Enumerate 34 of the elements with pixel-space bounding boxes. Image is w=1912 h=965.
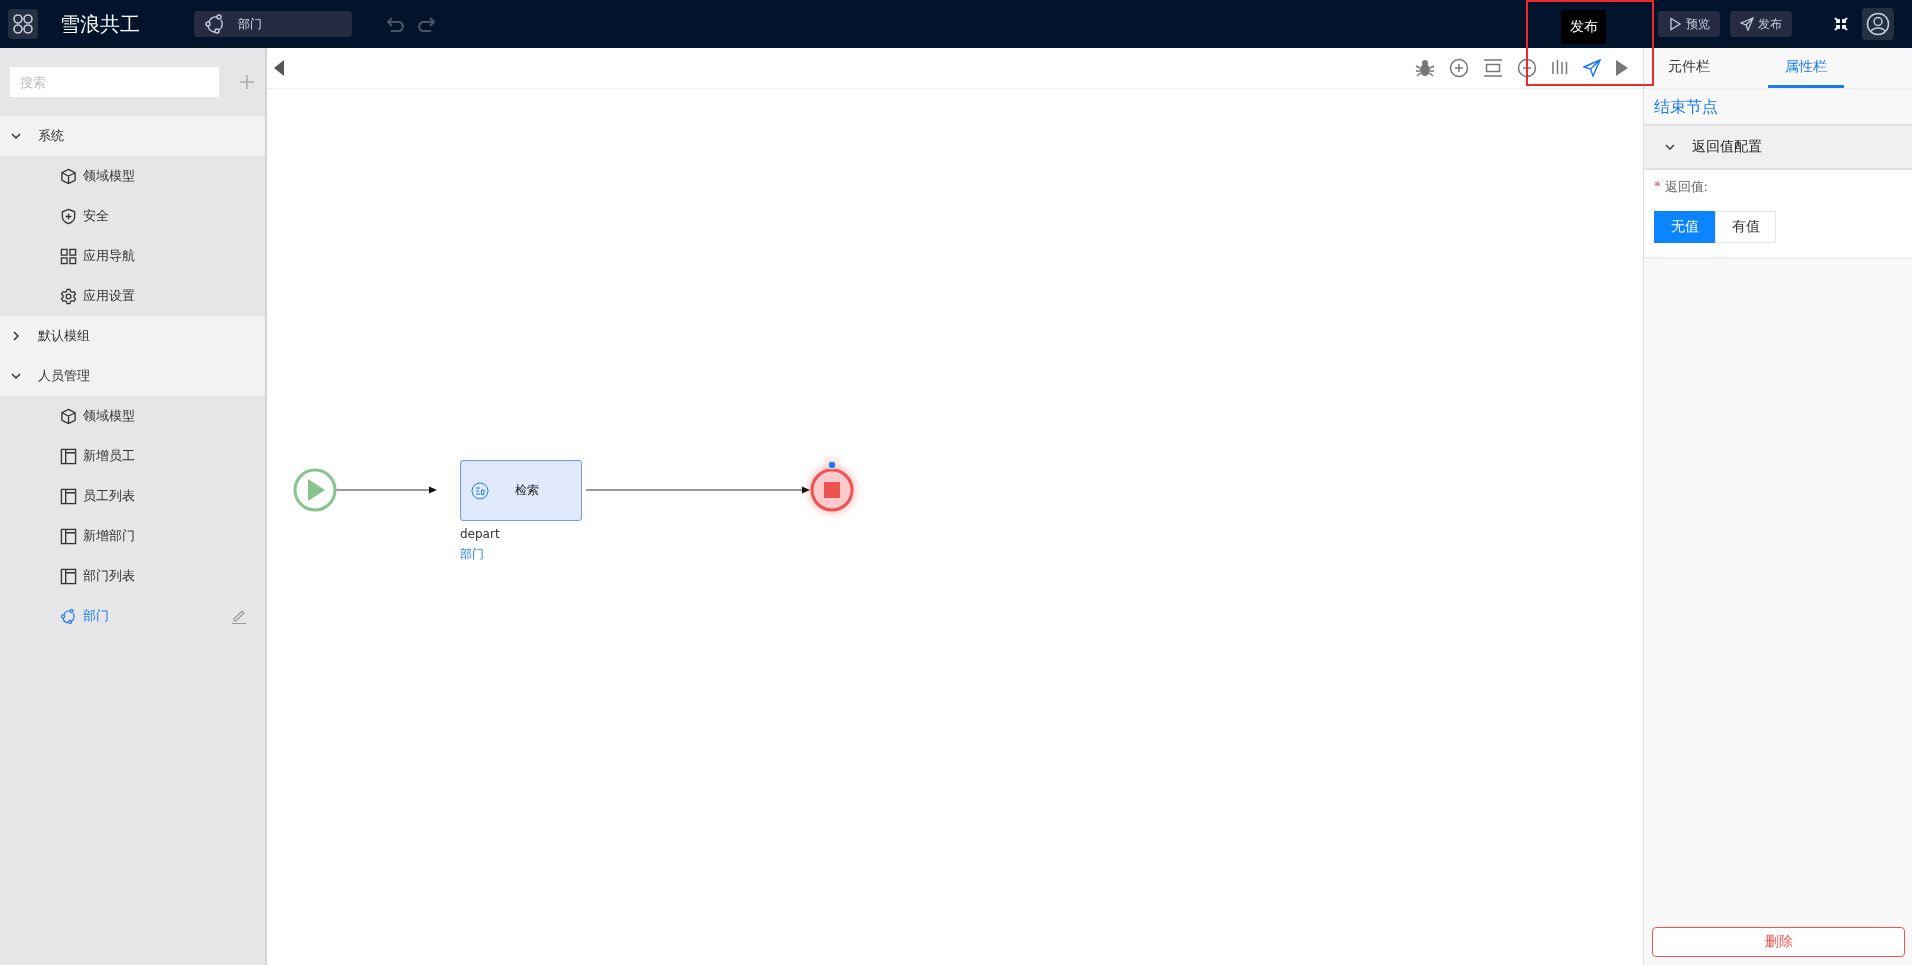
tree-group-label: 系统 <box>38 127 64 145</box>
tree-group-label: 人员管理 <box>38 367 90 385</box>
node-entity-link[interactable]: 部门 <box>460 546 484 563</box>
panel-tab[interactable]: 元件栏 <box>1658 48 1720 88</box>
tree-item[interactable]: 应用设置 <box>0 276 265 316</box>
tooltip: 发布 <box>1561 10 1606 44</box>
required-mark: * <box>1654 178 1661 195</box>
field-label: 返回值: <box>1664 178 1708 196</box>
search-field[interactable]: 搜索 <box>10 67 220 97</box>
tree-item[interactable]: 部门列表 <box>0 556 265 596</box>
flow-tab[interactable]: 部门 <box>194 11 352 37</box>
publish-button[interactable]: 发布 <box>1730 11 1792 37</box>
tree-group-label: 默认模组 <box>38 327 90 345</box>
radio-option-button[interactable]: 无值 <box>1654 211 1715 243</box>
tree-item[interactable]: 领域模型 <box>0 156 265 196</box>
app-title: 雪浪共工 <box>60 10 140 38</box>
tree-item[interactable]: 领域模型 <box>0 396 265 436</box>
preview-button[interactable]: 预览 <box>1658 11 1720 37</box>
tree-item[interactable]: 应用导航 <box>0 236 265 276</box>
delete-button[interactable]: 删除 <box>1652 927 1905 957</box>
tree-item[interactable]: 新增部门 <box>0 516 265 556</box>
node-title: 结束节点 <box>1653 96 1719 118</box>
panel-tab[interactable]: 属性栏 <box>1768 48 1844 88</box>
tree-group-row[interactable]: 默认模组 <box>0 316 265 356</box>
tree-item[interactable]: 员工列表 <box>0 476 265 516</box>
tree-group-row[interactable]: 人员管理 <box>0 356 265 396</box>
tree-item[interactable]: 新增员工 <box>0 436 265 476</box>
section-header[interactable]: 返回值配置 <box>1644 124 1912 170</box>
tree-item[interactable]: 安全 <box>0 196 265 236</box>
radio-option-button[interactable]: 有值 <box>1715 211 1776 243</box>
node-name: depart <box>460 527 500 541</box>
tree-group-row[interactable]: 系统 <box>0 116 265 156</box>
search-task-node[interactable]: 检索 <box>460 460 582 521</box>
section-title: 返回值配置 <box>1692 138 1762 156</box>
